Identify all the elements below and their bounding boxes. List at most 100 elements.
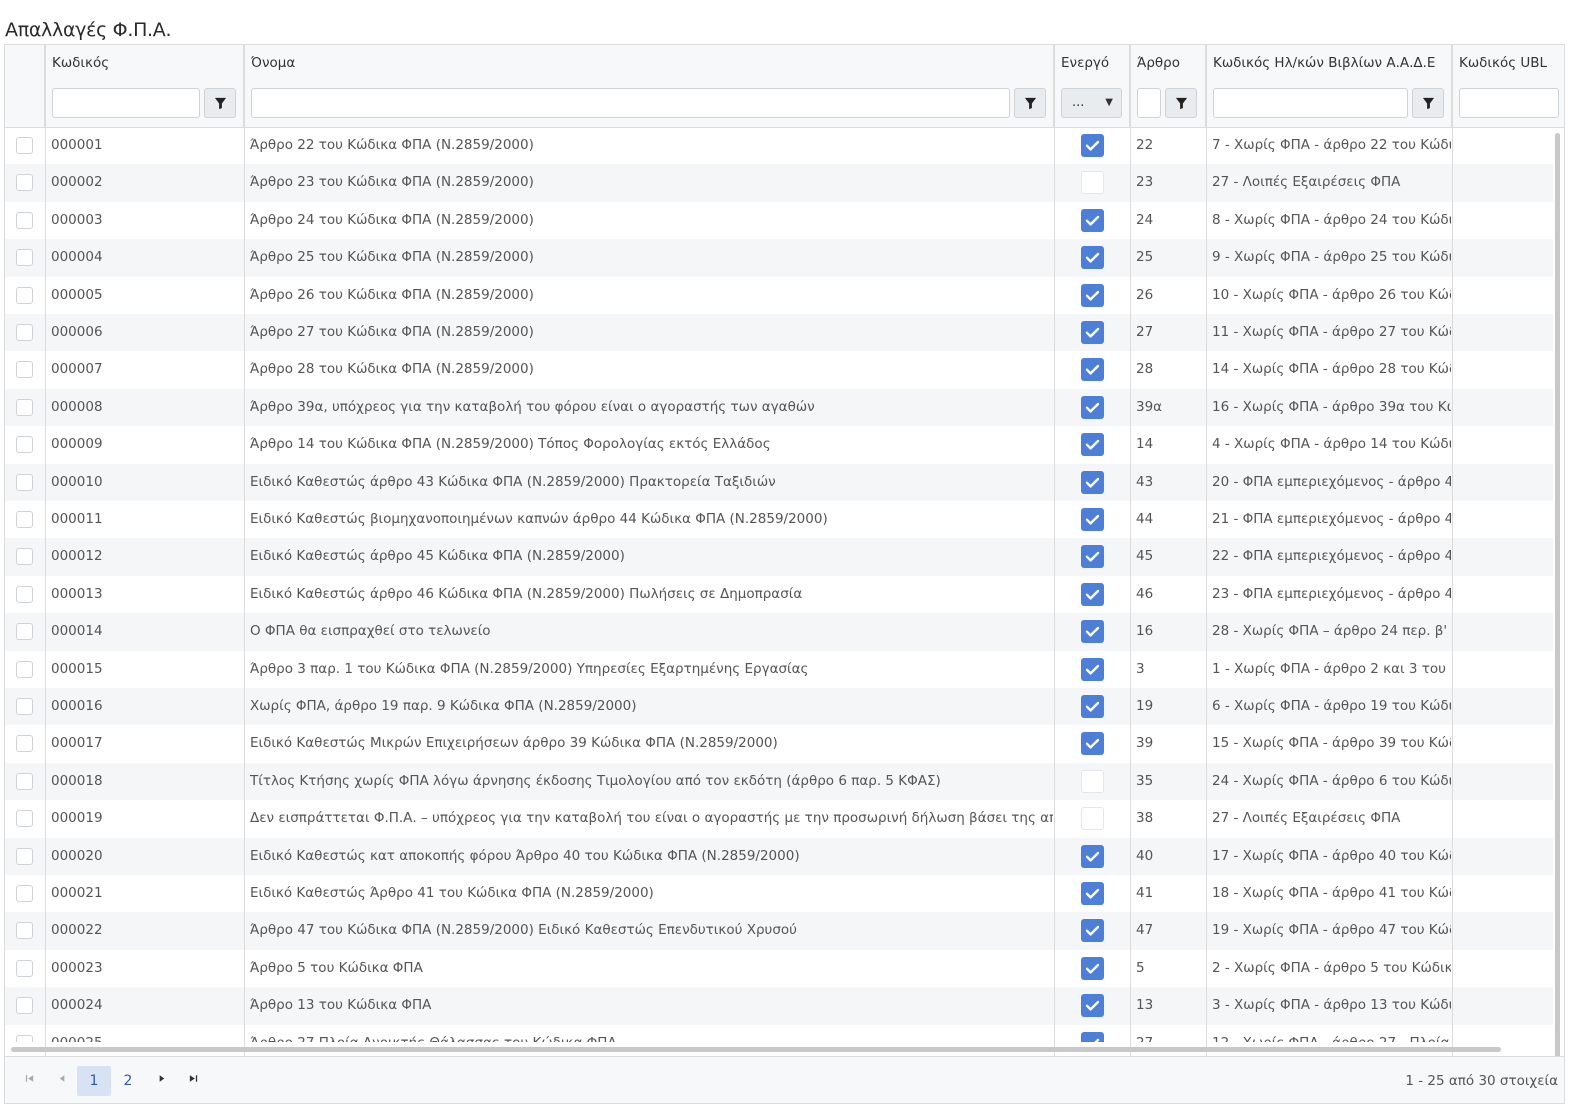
row-select-checkbox[interactable]	[16, 548, 33, 566]
table-row[interactable]: 000009 Άρθρο 14 του Κώδικα ΦΠΑ (Ν.2859/20…	[5, 426, 1553, 463]
table-row[interactable]: 000013 Ειδικό Καθεστώς άρθρο 46 Κώδικα ΦΠ…	[5, 576, 1553, 613]
table-row[interactable]: 000005 Άρθρο 26 του Κώδικα ΦΠΑ (Ν.2859/20…	[5, 277, 1553, 314]
table-row[interactable]: 000012 Ειδικό Καθεστώς άρθρο 45 Κώδικα ΦΠ…	[5, 538, 1553, 576]
table-row[interactable]: 000006 Άρθρο 27 του Κώδικα ΦΠΑ (Ν.2859/20…	[5, 314, 1553, 352]
active-checkbox[interactable]	[1081, 769, 1104, 793]
prev-page-button[interactable]	[46, 1066, 78, 1096]
table-row[interactable]: 000025 Άρθρο 27 Πλοία Ανοικτής Θάλασσας τ…	[5, 1025, 1553, 1042]
active-checkbox[interactable]	[1081, 545, 1104, 569]
filter-code-button[interactable]	[204, 88, 236, 118]
filter-article-input[interactable]	[1137, 88, 1161, 118]
row-select-checkbox[interactable]	[16, 772, 33, 790]
row-select-checkbox[interactable]	[16, 286, 33, 304]
row-select-checkbox[interactable]	[16, 511, 33, 528]
table-row[interactable]: 000021 Ειδικό Καθεστώς Άρθρο 41 του Κώδικ…	[5, 875, 1553, 912]
table-row[interactable]: 000010 Ειδικό Καθεστώς άρθρο 43 Κώδικα ΦΠ…	[5, 463, 1553, 501]
row-select-checkbox[interactable]	[16, 249, 33, 267]
row-select-checkbox[interactable]	[16, 623, 33, 641]
table-row[interactable]: 000023 Άρθρο 5 του Κώδικα ΦΠΑ 5 2 - Χωρίς Φ…	[5, 950, 1553, 987]
active-checkbox[interactable]	[1081, 695, 1104, 718]
filter-name-button[interactable]	[1014, 88, 1046, 118]
active-checkbox[interactable]	[1081, 171, 1104, 195]
active-checkbox[interactable]	[1081, 956, 1104, 980]
filter-active-select[interactable]: ... ▼	[1061, 88, 1122, 118]
row-select-checkbox[interactable]	[16, 997, 33, 1015]
active-checkbox[interactable]	[1081, 321, 1104, 344]
active-checkbox[interactable]	[1081, 620, 1104, 644]
header-ubl-code[interactable]: Κωδικός UBL	[1452, 45, 1564, 81]
next-page-button[interactable]	[145, 1066, 177, 1096]
table-row[interactable]: 000015 Άρθρο 3 παρ. 1 του Κώδικα ΦΠΑ (Ν.2…	[5, 651, 1553, 688]
vertical-scrollbar[interactable]	[1555, 133, 1560, 1065]
first-page-button[interactable]	[13, 1066, 45, 1096]
row-select-checkbox[interactable]	[16, 660, 33, 678]
last-page-button[interactable]	[177, 1066, 209, 1096]
table-row[interactable]: 000008 Άρθρο 39α, υπόχρεος για την καταβο…	[5, 388, 1553, 427]
row-select-checkbox[interactable]	[16, 174, 33, 192]
table-row[interactable]: 000011 Ειδικό Καθεστώς βιομηχανοποιημένων…	[5, 501, 1553, 538]
row-select-checkbox[interactable]	[16, 885, 33, 902]
table-row[interactable]: 000003 Άρθρο 24 του Κώδικα ΦΠΑ (Ν.2859/20…	[5, 202, 1553, 239]
active-checkbox[interactable]	[1081, 919, 1104, 943]
table-row[interactable]: 000016 Χωρίς ΦΠΑ, άρθρο 19 παρ. 9 Κώδικα …	[5, 688, 1553, 726]
active-checkbox[interactable]	[1081, 844, 1104, 868]
row-select-checkbox[interactable]	[16, 959, 33, 977]
horizontal-scrollbar[interactable]	[11, 1047, 1501, 1052]
active-checkbox[interactable]	[1081, 433, 1104, 457]
filter-ubl-input[interactable]	[1459, 88, 1559, 118]
active-checkbox[interactable]	[1081, 994, 1104, 1018]
active-checkbox[interactable]	[1081, 470, 1104, 494]
row-select-checkbox[interactable]	[16, 585, 33, 603]
filter-name-input[interactable]	[251, 88, 1010, 118]
page-button-2[interactable]: 2	[111, 1066, 145, 1096]
row-select-checkbox[interactable]	[16, 735, 33, 753]
active-checkbox[interactable]	[1081, 395, 1104, 419]
table-row[interactable]: 000004 Άρθρο 25 του Κώδικα ΦΠΑ (Ν.2859/20…	[5, 239, 1553, 277]
table-row[interactable]: 000002 Άρθρο 23 του Κώδικα ΦΠΑ (Ν.2859/20…	[5, 164, 1553, 202]
table-row[interactable]: 000019 Δεν εισπράττεται Φ.Π.Α. – υπόχρεος…	[5, 800, 1553, 837]
filter-aade-input[interactable]	[1213, 88, 1408, 118]
active-checkbox[interactable]	[1081, 657, 1104, 681]
filter-code-input[interactable]	[52, 88, 200, 118]
row-select-checkbox[interactable]	[16, 1034, 33, 1042]
active-checkbox[interactable]	[1081, 246, 1104, 270]
table-row[interactable]: 000024 Άρθρο 13 του Κώδικα ΦΠΑ 13 3 - Χωρίς…	[5, 987, 1553, 1025]
row-select-checkbox[interactable]	[16, 211, 33, 229]
table-row[interactable]: 000022 Άρθρο 47 του Κώδικα ΦΠΑ (Ν.2859/20…	[5, 912, 1553, 950]
row-select-checkbox[interactable]	[16, 361, 33, 379]
table-row[interactable]: 000014 Ο ΦΠΑ θα εισπραχθεί στο τελωνείο 16…	[5, 613, 1553, 651]
table-row[interactable]: 000001 Άρθρο 22 του Κώδικα ΦΠΑ (Ν.2859/20…	[5, 127, 1553, 164]
row-select-checkbox[interactable]	[16, 847, 33, 865]
filter-aade-button[interactable]	[1412, 88, 1444, 118]
row-select-checkbox[interactable]	[16, 398, 33, 416]
table-row[interactable]: 000020 Ειδικό Καθεστώς κατ αποκοπής φόρου…	[5, 837, 1553, 875]
table-row[interactable]: 000017 Ειδικό Καθεστώς Μικρών Επιχειρήσεω…	[5, 725, 1553, 762]
header-active[interactable]: Ενεργό	[1054, 45, 1130, 81]
table-row[interactable]: 000018 Τίτλος Κτήσης χωρίς ΦΠΑ λόγω άρνησ…	[5, 762, 1553, 801]
row-select-checkbox[interactable]	[16, 922, 33, 940]
filter-article-button[interactable]	[1165, 88, 1197, 118]
active-checkbox[interactable]	[1081, 508, 1104, 531]
cell-code: 000008	[51, 398, 103, 415]
active-checkbox[interactable]	[1081, 882, 1104, 905]
header-article[interactable]: Άρθρο	[1130, 45, 1206, 81]
row-select-checkbox[interactable]	[16, 810, 33, 828]
row-select-checkbox[interactable]	[16, 324, 33, 341]
active-checkbox[interactable]	[1081, 358, 1104, 382]
page-button-1[interactable]: 1	[77, 1066, 111, 1096]
row-select-checkbox[interactable]	[16, 698, 33, 715]
active-checkbox[interactable]	[1081, 807, 1104, 831]
header-name[interactable]: Όνομα	[244, 45, 1054, 81]
active-checkbox[interactable]	[1081, 283, 1104, 307]
row-select-checkbox[interactable]	[16, 436, 33, 454]
active-checkbox[interactable]	[1081, 1031, 1104, 1042]
active-checkbox[interactable]	[1081, 134, 1104, 157]
row-select-checkbox[interactable]	[16, 473, 33, 491]
table-row[interactable]: 000007 Άρθρο 28 του Κώδικα ΦΠΑ (Ν.2859/20…	[5, 351, 1553, 388]
active-checkbox[interactable]	[1081, 732, 1104, 756]
header-aade-code[interactable]: Κωδικός Ηλ/κών Βιβλίων Α.Α.Δ.Ε	[1206, 45, 1452, 81]
active-checkbox[interactable]	[1081, 582, 1104, 606]
active-checkbox[interactable]	[1081, 208, 1104, 232]
row-select-checkbox[interactable]	[16, 137, 33, 154]
header-code[interactable]: Κωδικός	[45, 45, 244, 81]
